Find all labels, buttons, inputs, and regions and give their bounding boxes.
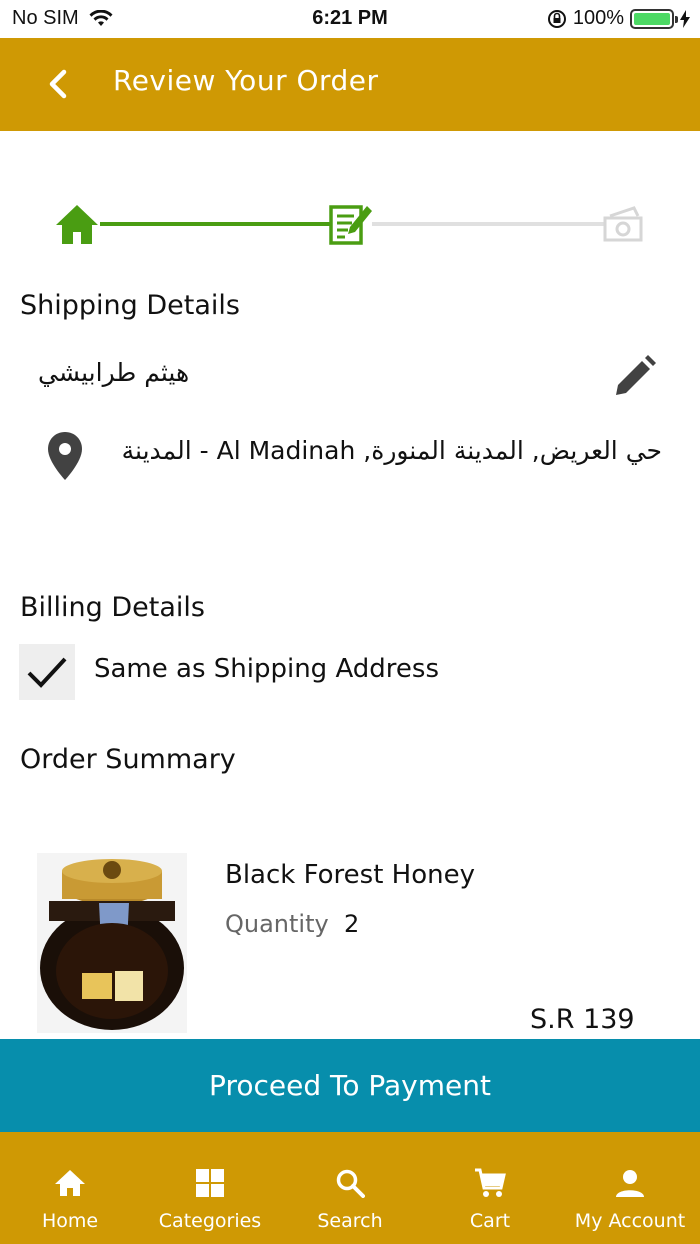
bottom-tab-bar: Home Categories Search Cart My Account xyxy=(0,1132,700,1244)
product-image xyxy=(37,853,187,1033)
quantity-label: Quantity xyxy=(225,910,329,938)
grid-icon xyxy=(193,1166,227,1200)
quantity-value: 2 xyxy=(344,910,360,938)
product-name: Black Forest Honey xyxy=(225,860,475,890)
tab-home-label: Home xyxy=(41,1210,99,1232)
status-right: 100% xyxy=(547,7,690,30)
charging-icon xyxy=(680,9,690,28)
tab-search-label: Search xyxy=(317,1210,383,1232)
rotation-lock-icon xyxy=(547,9,566,28)
pencil-icon xyxy=(616,355,656,395)
shipping-section-title: Shipping Details xyxy=(20,290,240,321)
tab-cart[interactable]: Cart xyxy=(420,1132,560,1244)
tab-categories[interactable]: Categories xyxy=(140,1132,280,1244)
shipping-name: هيثم طرابيشي xyxy=(38,358,190,387)
home-icon xyxy=(53,1166,87,1200)
product-price: S.R 139 xyxy=(530,1004,635,1035)
step-progress-todo xyxy=(372,222,604,226)
battery-icon xyxy=(630,8,678,29)
status-bar: No SIM 6:21 PM 100% xyxy=(0,0,700,38)
tab-categories-label: Categories xyxy=(158,1210,262,1232)
edit-shipping-button[interactable] xyxy=(610,353,658,401)
tab-cart-label: Cart xyxy=(469,1210,511,1232)
order-summary-title: Order Summary xyxy=(20,744,236,775)
tab-my-account[interactable]: My Account xyxy=(560,1132,700,1244)
tab-home[interactable]: Home xyxy=(0,1132,140,1244)
tab-search[interactable]: Search xyxy=(280,1132,420,1244)
back-button[interactable] xyxy=(38,64,78,104)
same-as-shipping-label: Same as Shipping Address xyxy=(94,654,439,684)
cart-icon xyxy=(473,1166,507,1200)
payment-step-icon xyxy=(603,206,643,242)
chevron-left-icon xyxy=(49,69,67,99)
step-progress-done xyxy=(100,222,330,226)
person-icon xyxy=(613,1166,647,1200)
search-icon xyxy=(333,1166,367,1200)
checkmark-icon xyxy=(27,657,67,688)
home-step-icon xyxy=(56,205,98,244)
app-header: Review Your Order xyxy=(0,38,700,131)
page-title: Review Your Order xyxy=(113,64,379,97)
billing-section-title: Billing Details xyxy=(20,592,205,623)
tab-my-account-label: My Account xyxy=(574,1210,686,1232)
battery-percent: 100% xyxy=(572,7,624,29)
location-pin-icon xyxy=(46,430,84,482)
proceed-to-payment-button[interactable]: Proceed To Payment xyxy=(0,1039,700,1132)
shipping-address: حي العريض, المدينة المنورة, Al Madinah -… xyxy=(112,436,662,465)
same-as-shipping-checkbox[interactable] xyxy=(19,644,75,700)
review-step-icon xyxy=(329,205,372,245)
checkout-stepper xyxy=(0,200,700,250)
